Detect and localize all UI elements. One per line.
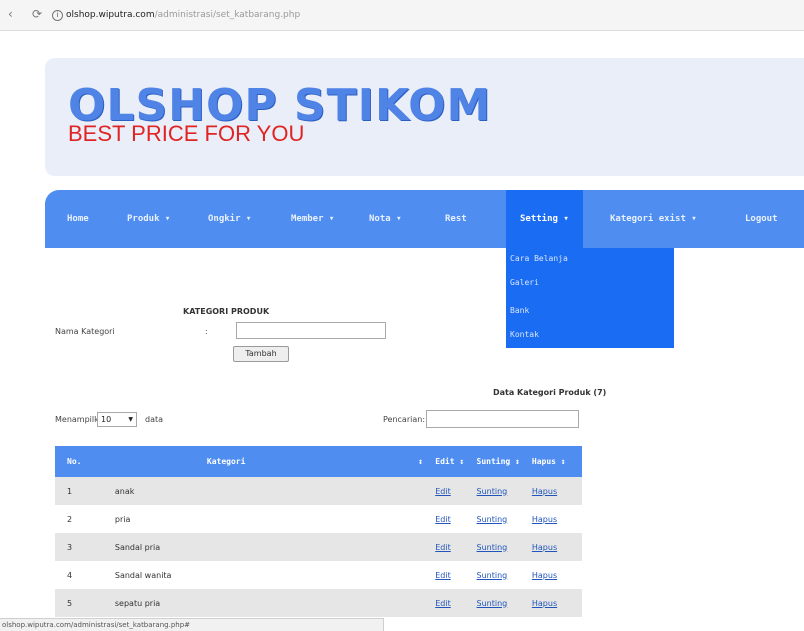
col-header-edit[interactable]: Edit ↕ bbox=[435, 446, 477, 477]
cell-empty bbox=[418, 477, 436, 505]
table-row: 4 Sandal wanita Edit Sunting Hapus bbox=[55, 561, 582, 589]
url-path: /administrasi/set_katbarang.php bbox=[154, 10, 301, 20]
table-row: 2 pria Edit Sunting Hapus bbox=[55, 505, 582, 533]
cell-no: 3 bbox=[55, 533, 107, 561]
url-field[interactable]: olshop.wiputra.com/administrasi/set_katb… bbox=[52, 6, 786, 24]
cell-kategori: Sandal pria bbox=[106, 533, 419, 561]
sunting-link[interactable]: Sunting bbox=[477, 543, 508, 552]
form-title: KATEGORI PRODUK bbox=[183, 307, 270, 316]
hapus-link[interactable]: Hapus bbox=[532, 571, 557, 580]
cell-empty bbox=[418, 505, 436, 533]
cell-empty bbox=[418, 561, 436, 589]
dropdown-item-galeri[interactable]: Galeri bbox=[510, 278, 539, 287]
category-name-input[interactable] bbox=[236, 322, 386, 339]
edit-link[interactable]: Edit bbox=[435, 543, 451, 552]
cell-kategori: sepatu pria bbox=[106, 589, 419, 617]
cell-no: 5 bbox=[55, 589, 107, 617]
nav-kategori-exist[interactable]: Kategori exist ▾ bbox=[610, 190, 697, 248]
colon-separator: : bbox=[205, 327, 208, 336]
category-table: No. Kategori ↕ Edit ↕ Sunting ↕ Hapus ↕ … bbox=[55, 446, 582, 617]
edit-link[interactable]: Edit bbox=[435, 515, 451, 524]
url-host: olshop.wiputra.com bbox=[66, 10, 155, 20]
data-section-title: Data Kategori Produk (7) bbox=[493, 388, 607, 397]
nav-rest[interactable]: Rest bbox=[445, 190, 467, 248]
dropdown-item-kontak[interactable]: Kontak bbox=[510, 330, 539, 339]
dropdown-item-cara-belanja[interactable]: Cara Belanja bbox=[510, 254, 568, 263]
search-input[interactable] bbox=[426, 410, 579, 428]
hapus-link[interactable]: Hapus bbox=[532, 487, 557, 496]
edit-link[interactable]: Edit bbox=[435, 599, 451, 608]
nav-logout[interactable]: Logout bbox=[745, 190, 778, 248]
main-nav: Home Produk ▾ Ongkir ▾ Member ▾ Nota ▾ R… bbox=[45, 190, 804, 248]
nav-produk[interactable]: Produk ▾ bbox=[127, 190, 170, 248]
browser-status-bar: olshop.wiputra.com/administrasi/set_katb… bbox=[0, 618, 384, 631]
nav-ongkir[interactable]: Ongkir ▾ bbox=[208, 190, 251, 248]
edit-link[interactable]: Edit bbox=[435, 487, 451, 496]
nav-nota[interactable]: Nota ▾ bbox=[369, 190, 402, 248]
show-entries-value: 10 bbox=[101, 415, 112, 424]
cell-kategori: anak bbox=[106, 477, 419, 505]
nav-member[interactable]: Member ▾ bbox=[291, 190, 334, 248]
nav-setting[interactable]: Setting ▾ bbox=[506, 190, 583, 248]
cell-kategori: pria bbox=[106, 505, 419, 533]
cell-empty bbox=[418, 589, 436, 617]
table-row: 1 anak Edit Sunting Hapus bbox=[55, 477, 582, 505]
sunting-link[interactable]: Sunting bbox=[477, 515, 508, 524]
show-entries-suffix: data bbox=[145, 415, 164, 424]
table-header-row: No. Kategori ↕ Edit ↕ Sunting ↕ Hapus ↕ bbox=[55, 446, 582, 477]
show-entries-select[interactable]: 10 ▼ bbox=[97, 412, 137, 427]
table-row: 3 Sandal pria Edit Sunting Hapus bbox=[55, 533, 582, 561]
table-row: 5 sepatu pria Edit Sunting Hapus bbox=[55, 589, 582, 617]
cell-no: 1 bbox=[55, 477, 107, 505]
hapus-link[interactable]: Hapus bbox=[532, 515, 557, 524]
sunting-link[interactable]: Sunting bbox=[477, 599, 508, 608]
col-header-sunting[interactable]: Sunting ↕ bbox=[476, 446, 532, 477]
cell-no: 4 bbox=[55, 561, 107, 589]
category-name-label: Nama Kategori bbox=[55, 327, 115, 336]
col-header-no[interactable]: No. bbox=[55, 446, 107, 477]
browser-address-bar: ‹ ⟳ i olshop.wiputra.com/administrasi/se… bbox=[0, 0, 804, 31]
cell-no: 2 bbox=[55, 505, 107, 533]
setting-dropdown-menu: Cara Belanja Galeri Bank Kontak bbox=[506, 248, 674, 348]
sunting-link[interactable]: Sunting bbox=[477, 571, 508, 580]
site-tagline: BEST PRICE FOR YOU bbox=[68, 121, 305, 146]
back-icon[interactable]: ‹ bbox=[8, 7, 13, 21]
dropdown-item-bank[interactable]: Bank bbox=[510, 306, 529, 315]
col-header-kategori[interactable]: Kategori bbox=[106, 446, 419, 477]
cell-kategori: Sandal wanita bbox=[106, 561, 419, 589]
col-header-hapus[interactable]: Hapus ↕ bbox=[531, 446, 582, 477]
hapus-link[interactable]: Hapus bbox=[532, 543, 557, 552]
cell-empty bbox=[418, 533, 436, 561]
chevron-down-icon: ▼ bbox=[128, 416, 133, 423]
sort-icon[interactable]: ↕ bbox=[418, 446, 436, 477]
reload-icon[interactable]: ⟳ bbox=[32, 7, 42, 21]
nav-home[interactable]: Home bbox=[67, 190, 89, 248]
add-category-button[interactable]: Tambah bbox=[233, 346, 289, 362]
search-label: Pencarian: bbox=[383, 415, 426, 424]
sunting-link[interactable]: Sunting bbox=[477, 487, 508, 496]
hapus-link[interactable]: Hapus bbox=[532, 599, 557, 608]
edit-link[interactable]: Edit bbox=[435, 571, 451, 580]
